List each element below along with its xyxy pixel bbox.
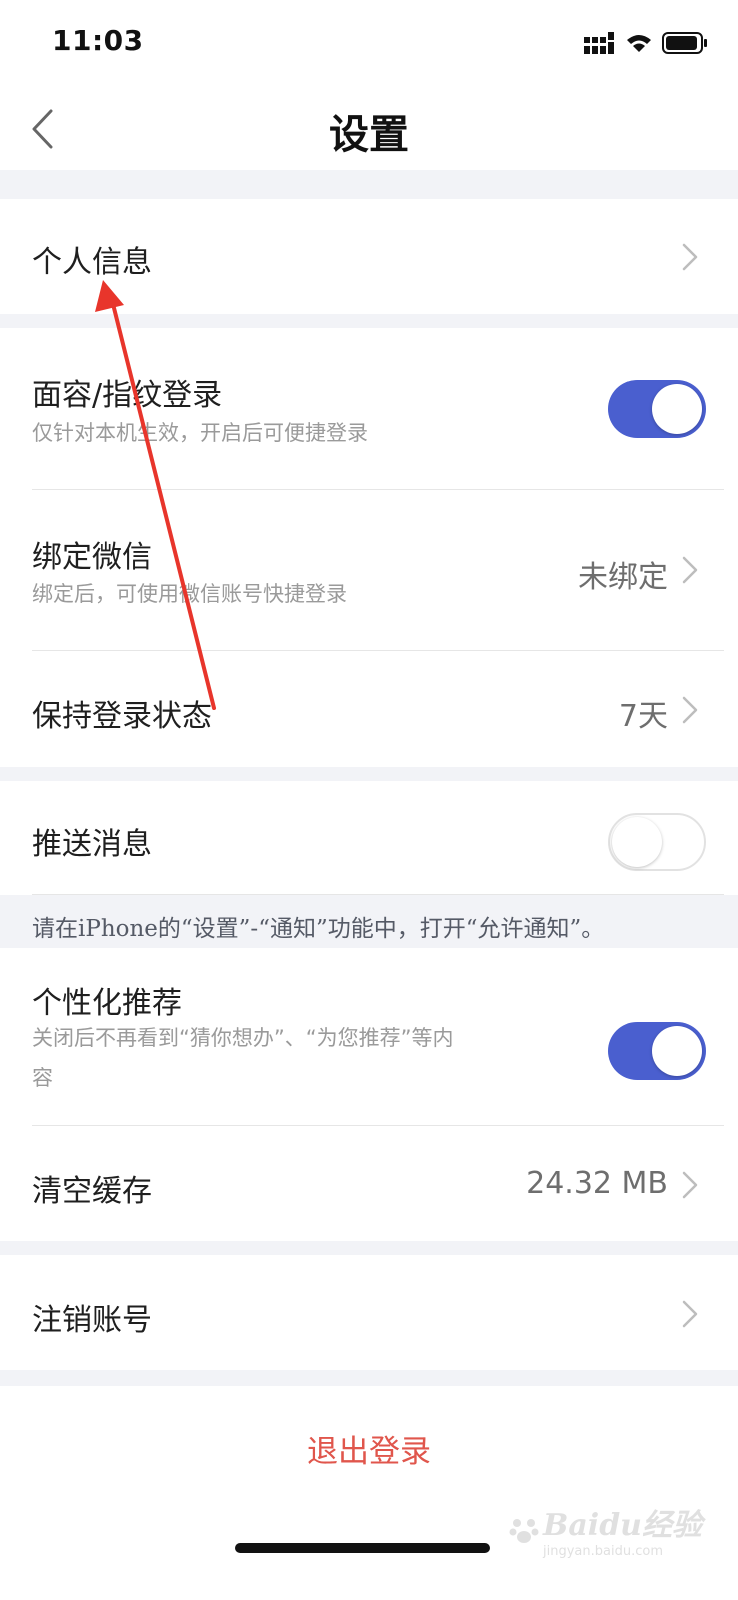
logout-button[interactable]: 退出登录 <box>0 1386 738 1512</box>
personalized-recommend-row: 个性化推荐 关闭后不再看到“猜你想办”、“为您推荐”等内 容 <box>0 948 738 1126</box>
push-notice-text: 请在iPhone的“设置”-“通知”功能中，打开“允许通知”。 <box>32 916 605 942</box>
bind-wechat-label: 绑定微信 <box>32 540 152 575</box>
section-gap <box>0 314 738 328</box>
cancel-account-row[interactable]: 注销账号 <box>0 1255 738 1370</box>
navigation-bar: 设置 <box>0 88 738 170</box>
chevron-right-icon <box>682 1171 698 1199</box>
cache-size: 24.32 MB <box>526 1166 668 1201</box>
cancel-account-label: 注销账号 <box>32 1303 152 1338</box>
toggle-knob <box>652 1026 702 1076</box>
personalized-recommend-toggle[interactable] <box>608 1022 706 1080</box>
chevron-right-icon <box>682 1300 698 1328</box>
personalized-recommend-label: 个性化推荐 <box>32 986 182 1021</box>
section-gap <box>0 767 738 781</box>
status-icons <box>584 28 708 58</box>
section-gap <box>0 170 738 199</box>
personalized-recommend-hint-line1: 关闭后不再看到“猜你想办”、“为您推荐”等内 <box>32 1026 454 1050</box>
status-time: 11:03 <box>52 24 144 57</box>
personal-info-row[interactable]: 个人信息 <box>0 199 738 314</box>
biometric-login-row: 面容/指纹登录 仅针对本机生效，开启后可便捷登录 <box>0 328 738 490</box>
baidu-jingyan-watermark: Baidu经验 jingyan.baidu.com <box>509 1500 702 1559</box>
keep-login-label: 保持登录状态 <box>32 699 212 734</box>
home-indicator <box>235 1543 490 1553</box>
battery-icon <box>662 32 707 54</box>
page-title: 设置 <box>329 112 409 158</box>
keep-login-row[interactable]: 保持登录状态 7天 <box>0 651 738 767</box>
toggle-knob <box>652 384 702 434</box>
status-bar: 11:03 <box>0 0 738 88</box>
wifi-icon <box>627 35 651 52</box>
personal-info-label: 个人信息 <box>32 245 152 280</box>
clear-cache-label: 清空缓存 <box>32 1174 152 1209</box>
chevron-right-icon <box>682 556 698 584</box>
clear-cache-row[interactable]: 清空缓存 24.32 MB <box>0 1126 738 1241</box>
biometric-login-hint: 仅针对本机生效，开启后可便捷登录 <box>32 421 368 445</box>
push-messages-row: 推送消息 <box>0 781 738 895</box>
biometric-login-toggle[interactable] <box>608 380 706 438</box>
chevron-right-icon <box>682 696 698 724</box>
bind-wechat-hint: 绑定后，可使用微信账号快捷登录 <box>32 582 347 606</box>
watermark-text: Baidu经验 <box>543 1508 702 1543</box>
keep-login-duration: 7天 <box>618 699 668 734</box>
push-messages-label: 推送消息 <box>32 827 152 862</box>
push-messages-toggle[interactable] <box>608 813 706 871</box>
section-gap <box>0 1241 738 1255</box>
paw-logo-icon <box>509 1518 539 1543</box>
chevron-right-icon <box>682 243 698 271</box>
personalized-recommend-hint-line2: 容 <box>32 1066 53 1090</box>
cellular-signal-icon <box>584 32 614 54</box>
watermark-subtext: jingyan.baidu.com <box>543 1544 663 1559</box>
biometric-login-label: 面容/指纹登录 <box>32 378 223 413</box>
push-notice-banner: 请在iPhone的“设置”-“通知”功能中，打开“允许通知”。 <box>0 895 738 948</box>
toggle-knob <box>612 817 662 867</box>
logout-label: 退出登录 <box>307 1434 431 1470</box>
bind-wechat-row[interactable]: 绑定微信 绑定后，可使用微信账号快捷登录 未绑定 <box>0 490 738 651</box>
bind-wechat-status: 未绑定 <box>578 560 668 595</box>
section-gap <box>0 1370 738 1386</box>
